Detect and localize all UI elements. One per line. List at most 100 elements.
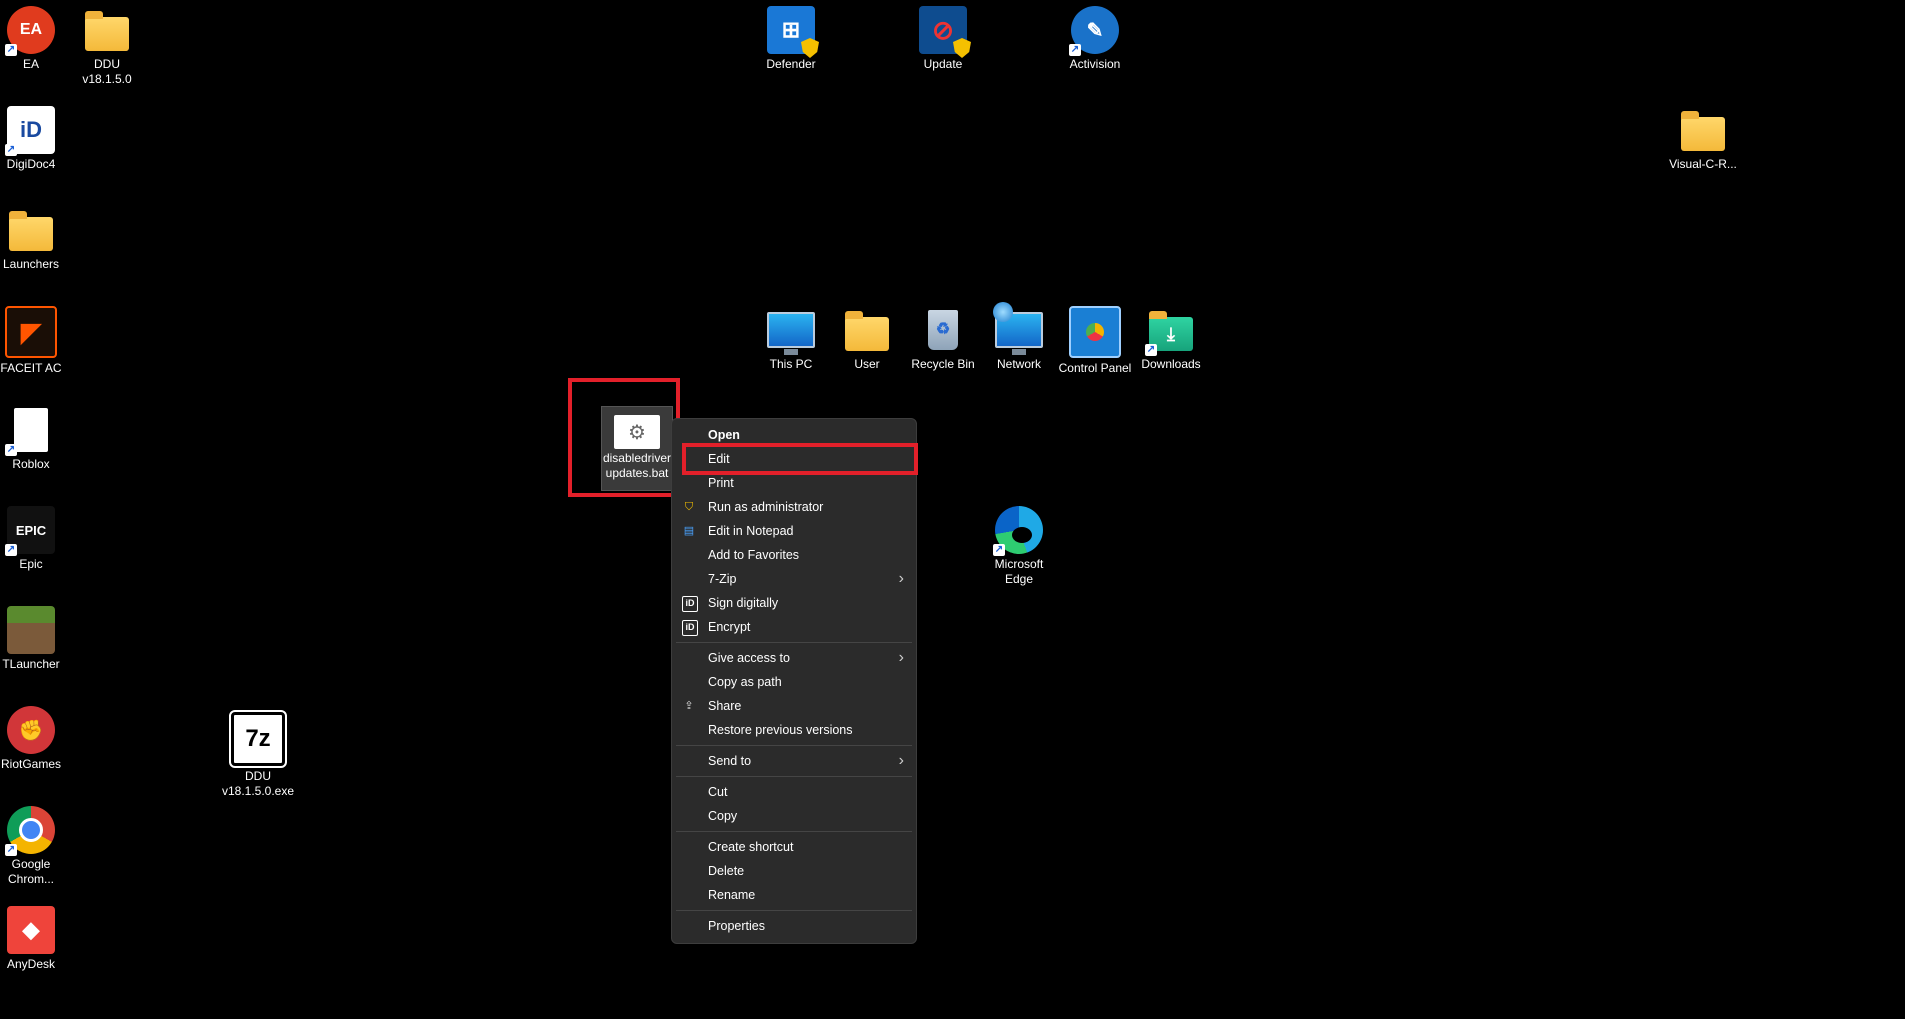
menu-item-copy[interactable]: Copy bbox=[672, 804, 916, 828]
control-panel-icon bbox=[1069, 306, 1121, 358]
shortcut-arrow-icon: ↗ bbox=[993, 544, 1005, 556]
shortcut-arrow-icon: ↗ bbox=[1145, 344, 1157, 356]
menu-item-label: Cut bbox=[708, 785, 728, 799]
desktop-icon-label: DDU v18.1.5.0 bbox=[82, 57, 132, 86]
activision-icon: ✎ ↗ bbox=[1069, 6, 1119, 56]
desktop-icon-riotgames[interactable]: ✊ RiotGames bbox=[0, 706, 69, 772]
desktop-icon-anydesk[interactable]: ◆ AnyDesk bbox=[0, 906, 69, 972]
menu-item-7-zip[interactable]: 7-Zip › bbox=[672, 567, 916, 591]
menu-item-label: Delete bbox=[708, 864, 745, 878]
desktop-icon-ddu-exe[interactable]: 7z DDU v18.1.5.0.exe bbox=[220, 710, 296, 799]
desktop-icon-chrome[interactable]: ↗ Google Chrom... bbox=[0, 806, 69, 887]
this-pc-icon bbox=[767, 306, 815, 355]
menu-item-restore-previous-versions[interactable]: Restore previous versions bbox=[672, 718, 916, 742]
desktop-icon-roblox[interactable]: ↗ Roblox bbox=[0, 406, 69, 472]
desktop-icon-label: EA bbox=[22, 57, 39, 71]
menu-item-label: 7-Zip bbox=[708, 572, 737, 586]
shortcut-arrow-icon: ↗ bbox=[5, 144, 17, 156]
menu-item-create-shortcut[interactable]: Create shortcut bbox=[672, 835, 916, 859]
shortcut-arrow-icon: ↗ bbox=[1069, 44, 1081, 56]
desktop-icon-label: Downloads bbox=[1141, 357, 1201, 371]
menu-item-delete[interactable]: Delete bbox=[672, 859, 916, 883]
uac-shield-icon: ⛉ bbox=[684, 501, 694, 513]
menu-item-properties[interactable]: Properties bbox=[672, 914, 916, 938]
menu-item-label: Sign digitally bbox=[708, 596, 779, 610]
menu-item-label: Restore previous versions bbox=[708, 723, 853, 737]
menu-item-label: Edit in Notepad bbox=[708, 524, 794, 538]
menu-item-label: Open bbox=[708, 428, 740, 442]
menu-item-copy-as-path[interactable]: Copy as path bbox=[672, 670, 916, 694]
desktop-icon-label: Defender bbox=[766, 57, 816, 71]
edge-icon: ↗ bbox=[993, 506, 1043, 556]
desktop-icon-label: Network bbox=[996, 357, 1041, 371]
chrome-icon: ↗ bbox=[5, 806, 55, 856]
digidoc-icon: iD bbox=[682, 596, 698, 612]
desktop-icon-activision[interactable]: ✎ ↗ Activision bbox=[1057, 6, 1133, 72]
shortcut-arrow-icon: ↗ bbox=[5, 844, 17, 856]
shortcut-arrow-icon: ↗ bbox=[5, 444, 17, 456]
menu-item-label: Copy as path bbox=[708, 675, 782, 689]
desktop-icon-user[interactable]: User bbox=[829, 306, 905, 372]
menu-item-label: Send to bbox=[708, 754, 752, 768]
menu-item-label: Print bbox=[708, 476, 734, 490]
menu-item-label: Properties bbox=[708, 919, 765, 933]
desktop-icon-digidoc4[interactable]: iD ↗ DigiDoc4 bbox=[0, 106, 69, 172]
faceit-icon: ◤ bbox=[5, 306, 57, 358]
desktop-icon-epic[interactable]: EPIC ↗ Epic bbox=[0, 506, 69, 572]
desktop-icon-downloads[interactable]: ⤓ ↗ Downloads bbox=[1133, 306, 1209, 372]
desktop-icon-ddu-folder[interactable]: DDU v18.1.5.0 bbox=[69, 6, 145, 87]
menu-item-encrypt[interactable]: iD Encrypt bbox=[672, 615, 916, 639]
menu-item-give-access-to[interactable]: Give access to › bbox=[672, 646, 916, 670]
anydesk-icon: ◆ bbox=[7, 906, 55, 954]
menu-item-sign-digitally[interactable]: iD Sign digitally bbox=[672, 591, 916, 615]
desktop-icon-ea[interactable]: EA ↗ EA bbox=[0, 6, 69, 72]
menu-item-label: Run as administrator bbox=[708, 500, 824, 514]
folder-icon bbox=[7, 206, 55, 254]
highlight-box-edit bbox=[682, 443, 918, 475]
desktop-icon-network[interactable]: Network bbox=[981, 302, 1057, 372]
folder-icon bbox=[1679, 106, 1727, 154]
chevron-right-icon: › bbox=[898, 570, 904, 587]
menu-item-cut[interactable]: Cut bbox=[672, 780, 916, 804]
desktop-icon-launchers[interactable]: Launchers bbox=[0, 206, 69, 272]
menu-item-rename[interactable]: Rename bbox=[672, 883, 916, 907]
shortcut-arrow-icon: ↗ bbox=[5, 544, 17, 556]
menu-item-label: Copy bbox=[708, 809, 738, 823]
update-icon: ⊘ bbox=[919, 6, 971, 58]
desktop-icon-label: User bbox=[854, 357, 880, 371]
desktop-icon-label: Google Chrom... bbox=[7, 857, 54, 886]
desktop-icon-tlauncher[interactable]: TLauncher bbox=[0, 606, 69, 672]
chevron-right-icon: › bbox=[898, 752, 904, 769]
menu-item-run-as-administrator[interactable]: ⛉ Run as administrator bbox=[672, 495, 916, 519]
menu-item-share[interactable]: ⇪ Share bbox=[672, 694, 916, 718]
digidoc-icon: iD ↗ bbox=[5, 106, 55, 156]
desktop-icon-label: Recycle Bin bbox=[911, 357, 975, 371]
desktop-icon-label: FACEIT AC bbox=[0, 361, 62, 375]
desktop-icon-recycle-bin[interactable]: ♻ Recycle Bin bbox=[905, 306, 981, 372]
menu-item-label: Add to Favorites bbox=[708, 548, 800, 562]
menu-item-label: Rename bbox=[708, 888, 756, 902]
menu-item-add-to-favorites[interactable]: Add to Favorites bbox=[672, 543, 916, 567]
desktop-icon-label: Roblox bbox=[12, 457, 50, 471]
defender-icon: ⊞ bbox=[767, 6, 819, 58]
menu-separator bbox=[676, 745, 912, 746]
menu-separator bbox=[676, 831, 912, 832]
desktop-icon-label: Activision bbox=[1069, 57, 1121, 71]
menu-item-send-to[interactable]: Send to › bbox=[672, 749, 916, 773]
folder-icon bbox=[83, 6, 131, 54]
digidoc-icon: iD bbox=[682, 620, 698, 636]
desktop-icon-defender[interactable]: ⊞ Defender bbox=[753, 6, 829, 72]
desktop-icon-label: Control Panel bbox=[1058, 361, 1132, 375]
desktop-icon-this-pc[interactable]: This PC bbox=[753, 306, 829, 372]
menu-item-edit-in-notepad[interactable]: ▤ Edit in Notepad bbox=[672, 519, 916, 543]
desktop-icon-edge[interactable]: ↗ Microsoft Edge bbox=[981, 506, 1057, 587]
desktop-icon-label: TLauncher bbox=[2, 657, 60, 671]
desktop-icon-label: DDU v18.1.5.0.exe bbox=[221, 769, 295, 798]
desktop-icon-faceit[interactable]: ◤ FACEIT AC bbox=[0, 306, 69, 376]
desktop-icon-label: Epic bbox=[19, 557, 43, 571]
desktop-icon-update[interactable]: ⊘ Update bbox=[905, 6, 981, 72]
desktop-icon-visual-c[interactable]: Visual-C-R... bbox=[1665, 106, 1741, 172]
chevron-right-icon: › bbox=[898, 649, 904, 666]
desktop-icon-control-panel[interactable]: Control Panel bbox=[1057, 306, 1133, 376]
desktop-icon-label: DigiDoc4 bbox=[6, 157, 56, 171]
